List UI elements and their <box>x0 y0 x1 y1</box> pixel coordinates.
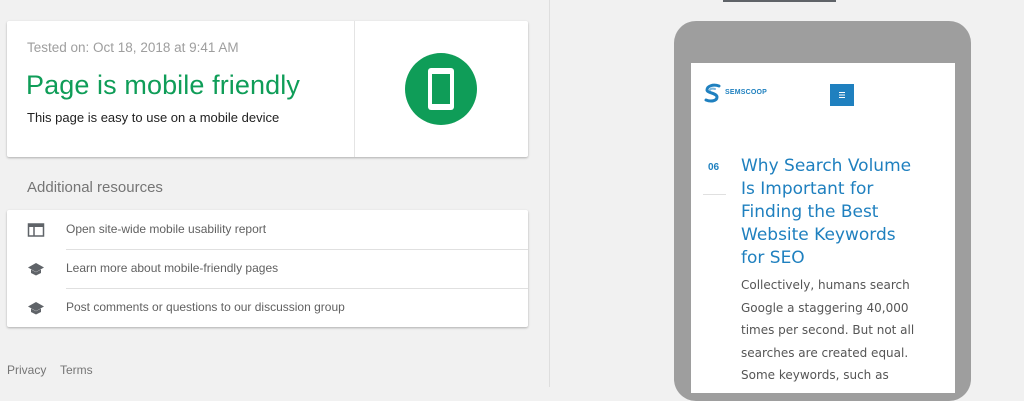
verdict-description: This page is easy to use on a mobile dev… <box>27 110 280 125</box>
phone-screen-preview[interactable]: SEMSCOOP 06 Why Search Volume Is Importa… <box>691 63 955 393</box>
school-icon <box>28 302 44 315</box>
site-logo-text: SEMSCOOP <box>725 89 768 96</box>
resource-label[interactable]: Post comments or questions to our discus… <box>66 300 345 314</box>
resource-learn-more[interactable]: Learn more about mobile-friendly pages <box>7 249 528 288</box>
resource-label[interactable]: Learn more about mobile-friendly pages <box>66 261 278 275</box>
additional-resources-heading: Additional resources <box>27 179 163 196</box>
resource-label[interactable]: Open site-wide mobile usability report <box>66 222 266 236</box>
post-excerpt: Collectively, humans search Google a sta… <box>741 278 915 382</box>
mobile-friendly-badge <box>405 53 477 125</box>
terms-link[interactable]: Terms <box>60 363 93 377</box>
resource-discussion-group[interactable]: Post comments or questions to our discus… <box>7 288 528 327</box>
smartphone-icon <box>428 68 454 110</box>
tested-on-timestamp: Tested on: Oct 18, 2018 at 9:41 AM <box>27 40 239 55</box>
tab-indicator <box>723 0 836 2</box>
web-report-icon <box>27 223 45 237</box>
card-divider <box>354 21 355 157</box>
post-date-day: 06 <box>708 162 720 173</box>
verdict-heading: Page is mobile friendly <box>26 70 300 100</box>
site-menu-button[interactable] <box>830 84 854 106</box>
school-icon <box>28 263 44 276</box>
hamburger-menu-icon <box>839 92 845 98</box>
post-title-link[interactable]: Why Search Volume Is Important for Findi… <box>741 155 921 270</box>
resources-list: Open site-wide mobile usability report L… <box>7 210 528 327</box>
semscoop-logo-icon <box>704 83 721 103</box>
privacy-link[interactable]: Privacy <box>7 363 46 377</box>
results-pane: Tested on: Oct 18, 2018 at 9:41 AM Page … <box>0 0 549 387</box>
date-divider <box>703 194 726 195</box>
result-card: Tested on: Oct 18, 2018 at 9:41 AM Page … <box>7 21 528 157</box>
resource-usability-report[interactable]: Open site-wide mobile usability report <box>7 210 528 249</box>
